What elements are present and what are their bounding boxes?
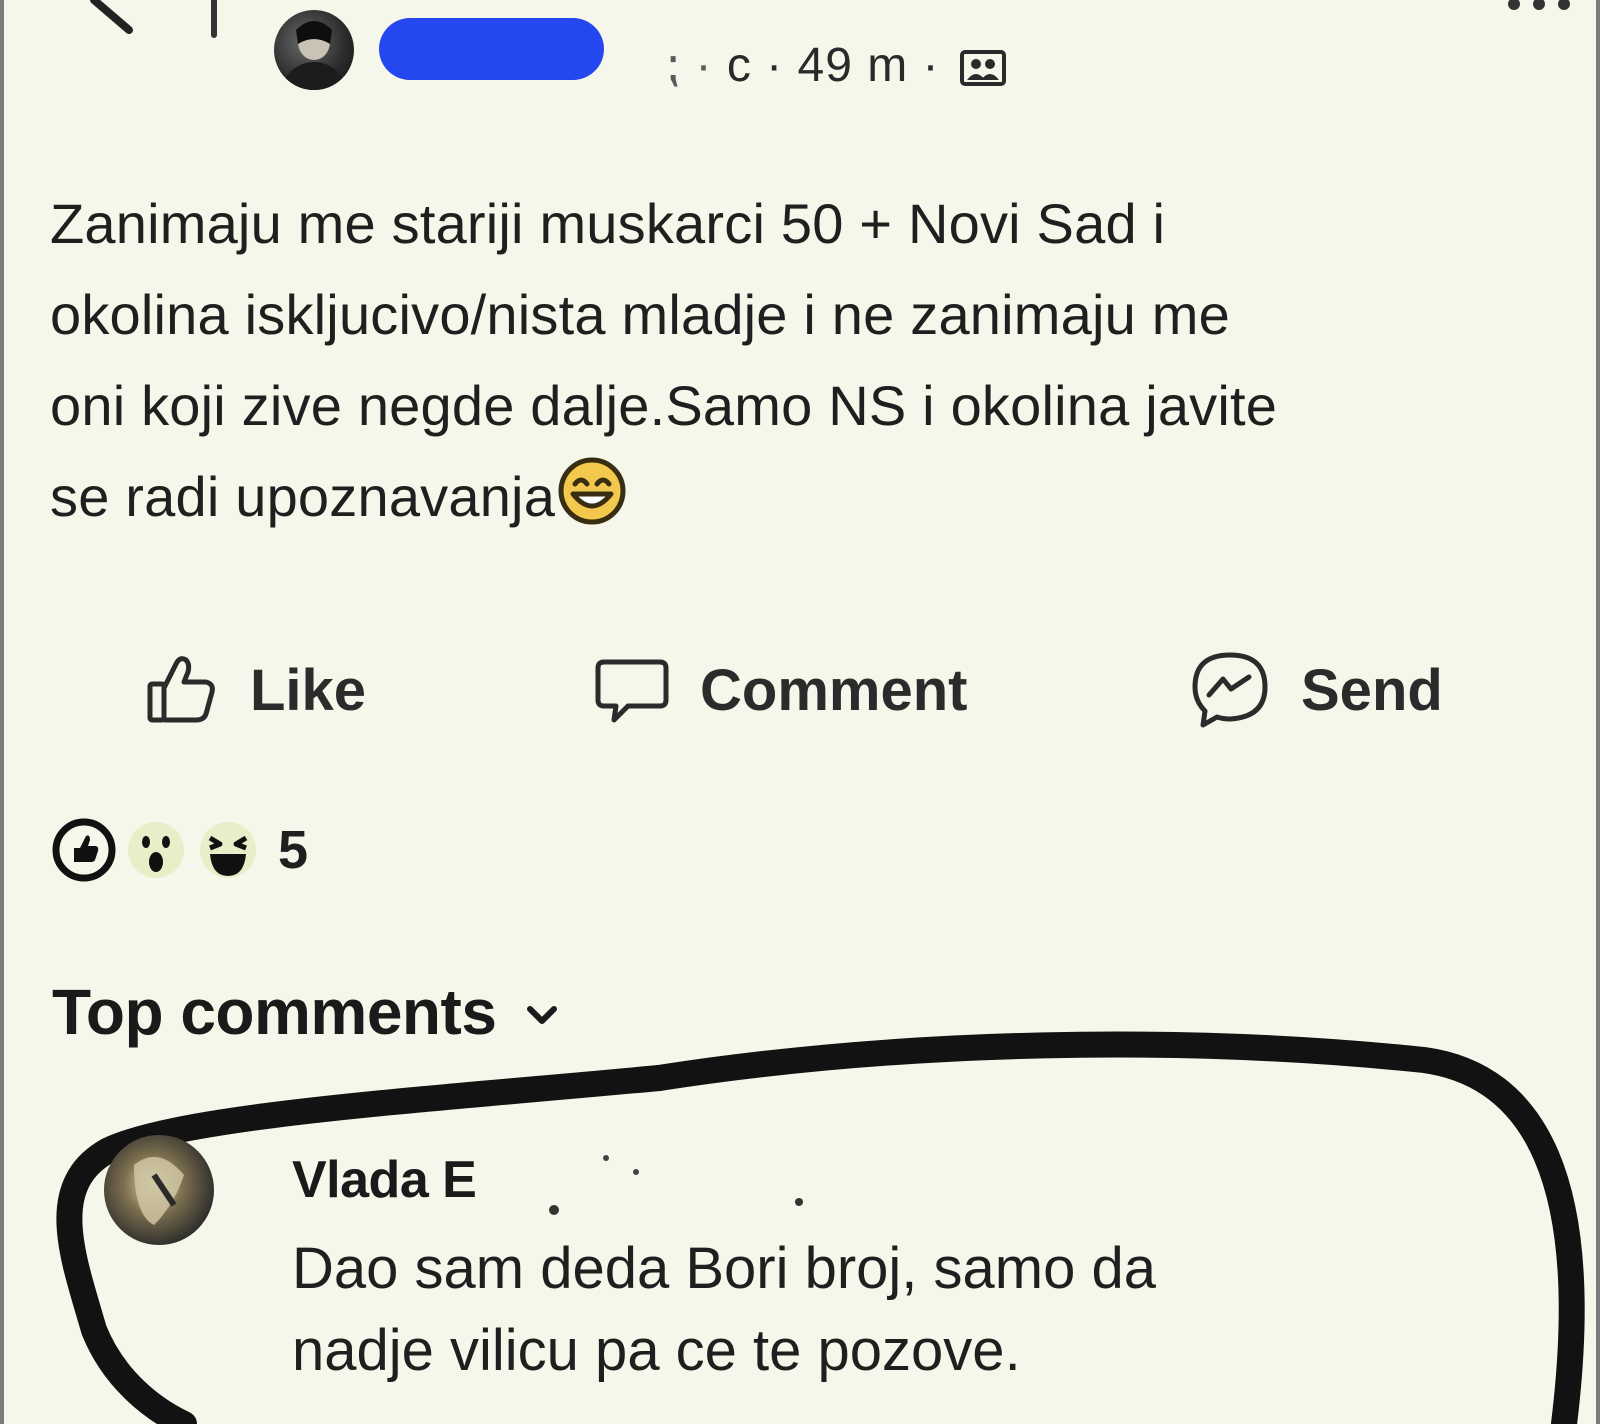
post-text-line: oni koji zive negde dalje.Samo NS i okol… bbox=[50, 374, 1278, 437]
post-text-line: se radi upoznavanja bbox=[50, 465, 556, 528]
faint-specks bbox=[549, 1155, 803, 1215]
avatar-photo-icon bbox=[134, 1157, 184, 1225]
smiling-face-icon bbox=[558, 457, 626, 525]
chevron-down-icon bbox=[527, 1006, 558, 1024]
post-frame: ⁏ · c · 49 m · Zanimaju me stariji muska… bbox=[0, 0, 1600, 1424]
meta-faint-dots: ⁏ · bbox=[664, 39, 713, 92]
reactions-count[interactable]: 5 bbox=[278, 819, 308, 881]
avatar-silhouette-icon bbox=[284, 21, 344, 90]
poster-avatar[interactable] bbox=[274, 10, 354, 90]
comment-item: Vlada E Dao sam deda Bori broj, samo da … bbox=[4, 1120, 1600, 1420]
comment-sort-dropdown[interactable]: Top comments bbox=[52, 975, 560, 1049]
comment-button[interactable]: Comment bbox=[594, 640, 967, 740]
haha-reaction-icon bbox=[200, 822, 256, 878]
redacted-poster-name bbox=[379, 18, 604, 80]
partial-avatar-icon bbox=[211, 0, 217, 38]
post-meta: ⁏ · c · 49 m · bbox=[664, 38, 1006, 94]
send-button[interactable]: Send bbox=[1189, 640, 1443, 740]
comment-label: Comment bbox=[700, 657, 968, 723]
thumbs-up-icon bbox=[147, 656, 215, 723]
messenger-icon bbox=[1192, 652, 1268, 728]
post-body: Zanimaju me stariji muskarci 50 + Novi S… bbox=[50, 178, 1570, 542]
like-label: Like bbox=[250, 657, 367, 723]
like-reaction-icon bbox=[52, 818, 116, 882]
post-header: ⁏ · c · 49 m · bbox=[4, 0, 1600, 120]
post-text-line: Zanimaju me stariji muskarci 50 + Novi S… bbox=[50, 192, 1166, 255]
friends-icon[interactable] bbox=[959, 48, 1006, 88]
comment-text-line: Dao sam deda Bori broj, samo da bbox=[292, 1236, 1156, 1301]
comment-body: Dao sam deda Bori broj, samo da nadje vi… bbox=[292, 1228, 1492, 1392]
post-text-line-last: se radi upoznavanja bbox=[50, 451, 1570, 542]
more-options-icon[interactable] bbox=[1504, 0, 1574, 14]
send-label: Send bbox=[1301, 657, 1443, 723]
speech-bubble-icon bbox=[595, 659, 669, 723]
like-button[interactable]: Like bbox=[144, 640, 366, 740]
commenter-avatar[interactable] bbox=[104, 1135, 214, 1245]
post-time[interactable]: c · 49 m · bbox=[727, 39, 940, 92]
comment-text-line: nadje vilicu pa ce te pozove. bbox=[292, 1318, 1021, 1383]
partial-stroke-icon bbox=[90, 0, 133, 34]
top-comments-label: Top comments bbox=[52, 976, 497, 1048]
reactions-summary[interactable]: 5 bbox=[52, 815, 308, 885]
wow-reaction-icon bbox=[128, 822, 184, 878]
post-text-line: okolina iskljucivo/nista mladje i ne zan… bbox=[50, 283, 1230, 346]
comment-author-name[interactable]: Vlada E bbox=[292, 1150, 477, 1210]
post-action-bar: Like Comment Send bbox=[4, 640, 1600, 740]
